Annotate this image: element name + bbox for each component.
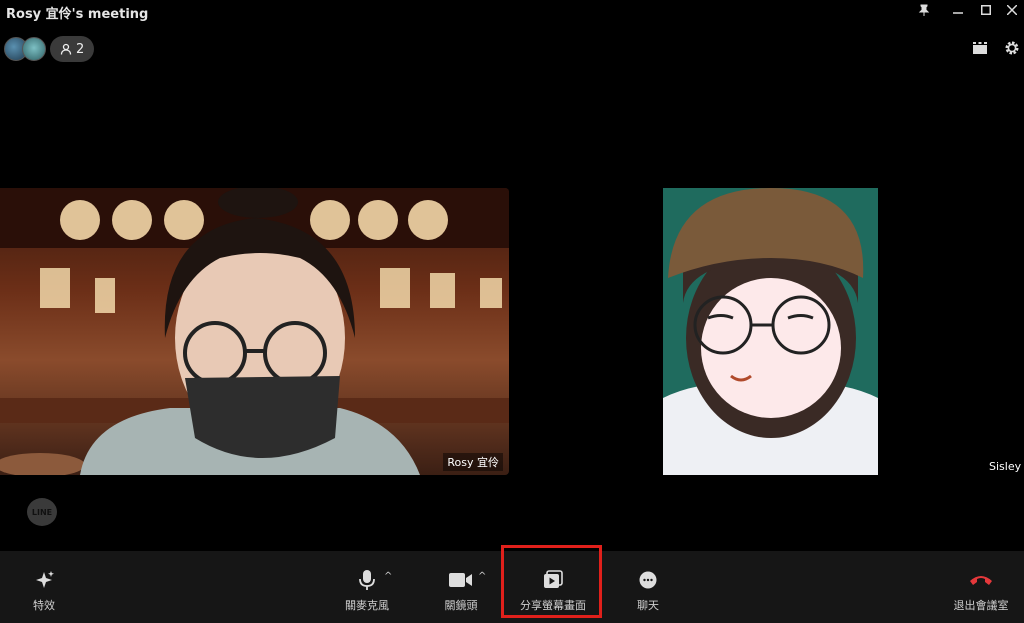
avatar-video-feed — [663, 188, 878, 475]
gear-icon[interactable] — [1004, 40, 1020, 60]
sparkle-icon — [33, 569, 55, 591]
hang-up-icon — [969, 569, 993, 591]
chevron-up-icon[interactable]: ^ — [384, 571, 392, 582]
minimize-icon[interactable] — [944, 0, 972, 20]
mute-mic-button[interactable]: 關麥克風 — [340, 551, 394, 623]
maximize-icon[interactable] — [972, 0, 1000, 20]
chat-bubble-icon — [638, 569, 658, 591]
window-title: Rosy 宜伶's meeting — [6, 7, 149, 22]
video-camera-icon — [449, 569, 473, 591]
person-icon — [60, 43, 72, 55]
pin-icon[interactable] — [910, 0, 938, 20]
video-feed — [0, 188, 509, 475]
video-tile-rosy[interactable]: Rosy 宜伶 — [0, 188, 509, 475]
video-tile-sisley[interactable] — [663, 188, 878, 475]
microphone-icon — [358, 569, 376, 591]
participants-count: 2 — [76, 41, 85, 57]
leave-meeting-button[interactable]: 退出會議室 — [950, 551, 1012, 623]
line-logo: LINE — [27, 498, 57, 526]
leave-meeting-label: 退出會議室 — [953, 599, 1009, 612]
camera-off-label: 關鏡頭 — [444, 599, 478, 612]
highlight-box — [501, 545, 602, 618]
effects-button[interactable]: 特效 — [22, 551, 66, 623]
chat-button[interactable]: 聊天 — [632, 551, 664, 623]
layout-icon[interactable] — [972, 40, 988, 60]
avatar[interactable] — [22, 37, 46, 61]
chat-label: 聊天 — [637, 599, 659, 612]
participant-name-label: Rosy 宜伶 — [443, 453, 503, 471]
effects-label: 特效 — [33, 599, 55, 612]
close-icon[interactable] — [998, 0, 1024, 20]
top-right-actions — [972, 40, 1024, 60]
chevron-up-icon[interactable]: ^ — [478, 571, 486, 582]
title-bar: Rosy 宜伶's meeting — [0, 0, 1024, 22]
participant-name-label: Sisley — [989, 460, 1022, 473]
mute-mic-label: 關麥克風 — [345, 599, 389, 612]
participants-button[interactable]: 2 — [50, 36, 95, 62]
participants-bar: 2 — [4, 35, 95, 63]
camera-off-button[interactable]: 關鏡頭 — [440, 551, 482, 623]
